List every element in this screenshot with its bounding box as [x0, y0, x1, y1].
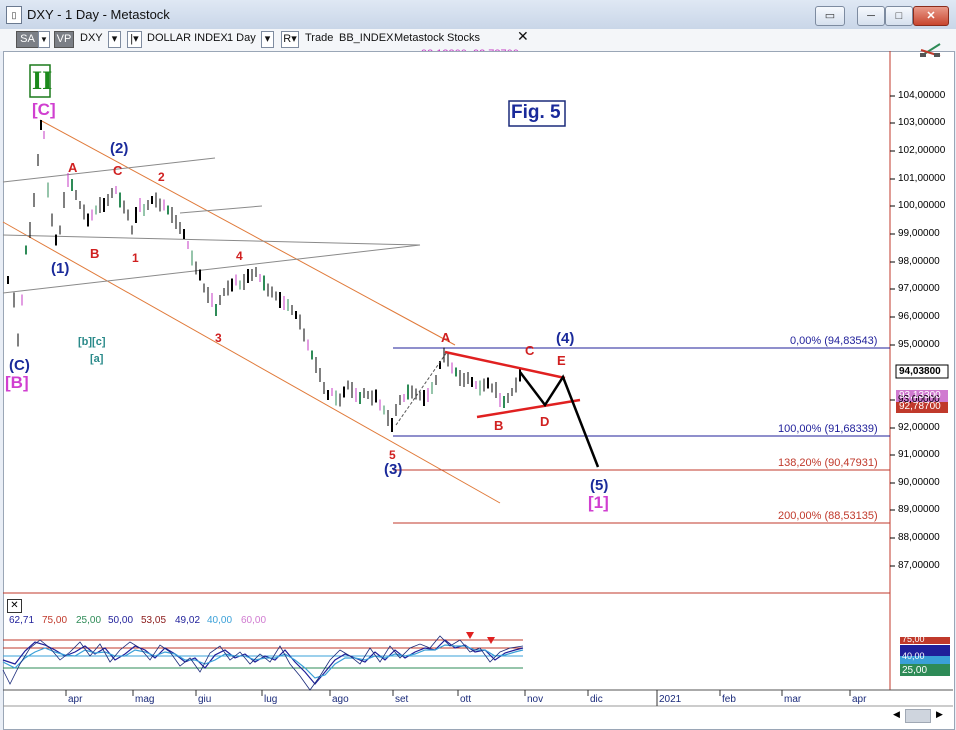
x-tick-label: nov: [527, 694, 544, 705]
wave-label-2-paren: (2): [110, 140, 129, 157]
dashed-wave-line: [395, 351, 448, 426]
wave-label-C: C: [113, 163, 123, 178]
wave-label-B-triangle: B: [494, 418, 504, 433]
x-tick-label: feb: [722, 694, 736, 705]
x-tick-label: ago: [332, 694, 349, 705]
indicator-toolbox-icon[interactable]: [920, 43, 941, 57]
wave-degree-badge: II: [32, 66, 53, 95]
y-tick-label: 88,00000: [898, 532, 940, 543]
y-tick-label: 92,00000: [898, 422, 940, 433]
y-tick-label: 97,00000: [898, 283, 940, 294]
x-tick-label: set: [395, 694, 409, 705]
x-tick-label: apr: [68, 694, 83, 705]
indicator-value: 49,02: [175, 615, 201, 626]
right-high-label: 93,13300: [899, 390, 941, 401]
y-tick-label: 101,00000: [898, 173, 946, 184]
scroll-left-icon[interactable]: ◀: [893, 709, 900, 720]
x-tick-label: dic: [590, 694, 603, 705]
wave-label-B: B: [90, 246, 100, 261]
indicator-value: 25,00: [76, 615, 102, 626]
x-tick-label: 2021: [659, 694, 682, 705]
indicator-value: 53,05: [141, 615, 167, 626]
x-tick-label: apr: [852, 694, 867, 705]
x-tick-label: lug: [264, 694, 278, 705]
y-tick-label: 96,00000: [898, 311, 940, 322]
indicator-value: 40,00: [207, 615, 233, 626]
y-tick-label: 98,00000: [898, 256, 940, 267]
wave-label-D-triangle: D: [540, 414, 550, 429]
wave-label-5-paren: (5): [590, 477, 609, 494]
y-tick-label: 87,00000: [898, 560, 940, 571]
y-tick-label: 95,00000: [898, 339, 940, 350]
wave-label-C-triangle: C: [525, 343, 535, 358]
wave-label-E-triangle: E: [557, 353, 566, 368]
price-bars: [7, 120, 521, 432]
wave-label-2: 2: [158, 170, 165, 184]
fib-200-label: 200,00% (88,53135): [778, 510, 878, 522]
indicator-panel: [2, 632, 524, 691]
wave-label-3-paren: (3): [384, 461, 403, 478]
wave-label-3: 3: [215, 331, 222, 345]
scroll-right-icon[interactable]: ▶: [936, 709, 943, 720]
indicator-close-button[interactable]: ✕: [7, 599, 22, 613]
y-tick-label: 103,00000: [898, 117, 946, 128]
y-tick-label: 89,00000: [898, 504, 940, 515]
wave-label-4-paren: (4): [556, 330, 575, 347]
indicator-value: 60,00: [241, 615, 267, 626]
last-price-label: 94,03800: [899, 366, 941, 377]
wave-label-A-triangle: A: [441, 330, 451, 345]
fib-0-label: 0,00% (94,83543): [790, 335, 878, 347]
indicator-right-label: 75,00: [902, 634, 925, 644]
wave-label-bc: [b][c]: [78, 336, 106, 348]
orange-channel: [2, 119, 501, 504]
wave-label-5: 5: [389, 448, 396, 462]
figure-label: Fig. 5: [511, 102, 561, 123]
y-tick-label: 91,00000: [898, 449, 940, 460]
wave-label-B-bracket: [B]: [5, 373, 29, 392]
right-low-label: 92,78700: [899, 401, 941, 412]
y-tick-label: 102,00000: [898, 145, 946, 156]
indicator-value: 50,00: [108, 615, 134, 626]
x-tick-label: ott: [460, 694, 472, 705]
indicator-value: 75,00: [42, 615, 68, 626]
horizontal-scrollbar-thumb[interactable]: [905, 709, 931, 723]
wave-label-1-bracket: [1]: [588, 493, 609, 512]
wave-label-a-bracket: [a]: [90, 353, 104, 365]
fib-138-label: 138,20% (90,47931): [778, 457, 878, 469]
y-tick-label: 104,00000: [898, 90, 946, 101]
wave-label-A: A: [68, 160, 78, 175]
wave-label-1: 1: [132, 251, 139, 265]
indicator-right-label: 40,00: [902, 651, 925, 661]
x-tick-label: giu: [198, 694, 212, 705]
indicator-value: 62,71: [9, 615, 35, 626]
y-tick-label: 100,00000: [898, 200, 946, 211]
wave-label-1-paren: (1): [51, 260, 70, 277]
projected-wave-path: [519, 371, 600, 468]
wave-label-C-bracket: [C]: [32, 100, 56, 119]
wave-label-4: 4: [236, 249, 243, 263]
x-tick-label: mag: [135, 694, 155, 705]
fib-100-label: 100,00% (91,68339): [778, 423, 878, 435]
wave-label-C-paren: (C): [9, 357, 30, 374]
y-tick-label: 90,00000: [898, 477, 940, 488]
y-tick-label: 99,00000: [898, 228, 940, 239]
y-axis-ticks: [890, 95, 895, 567]
indicator-right-label: 25,00: [902, 665, 928, 676]
x-tick-label: mar: [784, 694, 802, 705]
